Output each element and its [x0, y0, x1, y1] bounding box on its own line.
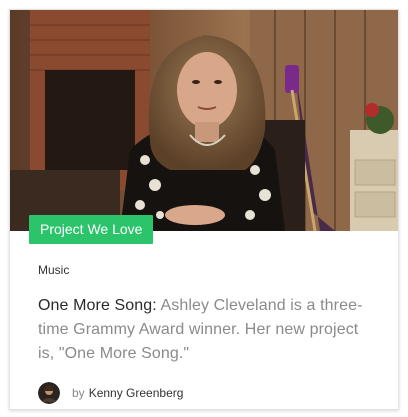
project-image[interactable]: [10, 10, 398, 231]
avatar-icon: [38, 382, 60, 404]
project-photo: [10, 10, 398, 231]
by-label: by: [72, 386, 85, 400]
card-body: Music One More Song: Ashley Cleveland is…: [10, 231, 398, 404]
project-we-love-badge[interactable]: Project We Love: [29, 215, 154, 244]
project-blurb[interactable]: One More Song: Ashley Cleveland is a thr…: [38, 294, 370, 366]
author-name-link[interactable]: Kenny Greenberg: [89, 386, 184, 400]
project-title[interactable]: One More Song:: [38, 297, 157, 314]
author-avatar[interactable]: [38, 382, 60, 404]
project-card[interactable]: Project We Love Music One More Song: Ash…: [9, 9, 399, 410]
project-category[interactable]: Music: [38, 263, 370, 277]
project-author: by Kenny Greenberg: [38, 382, 370, 404]
